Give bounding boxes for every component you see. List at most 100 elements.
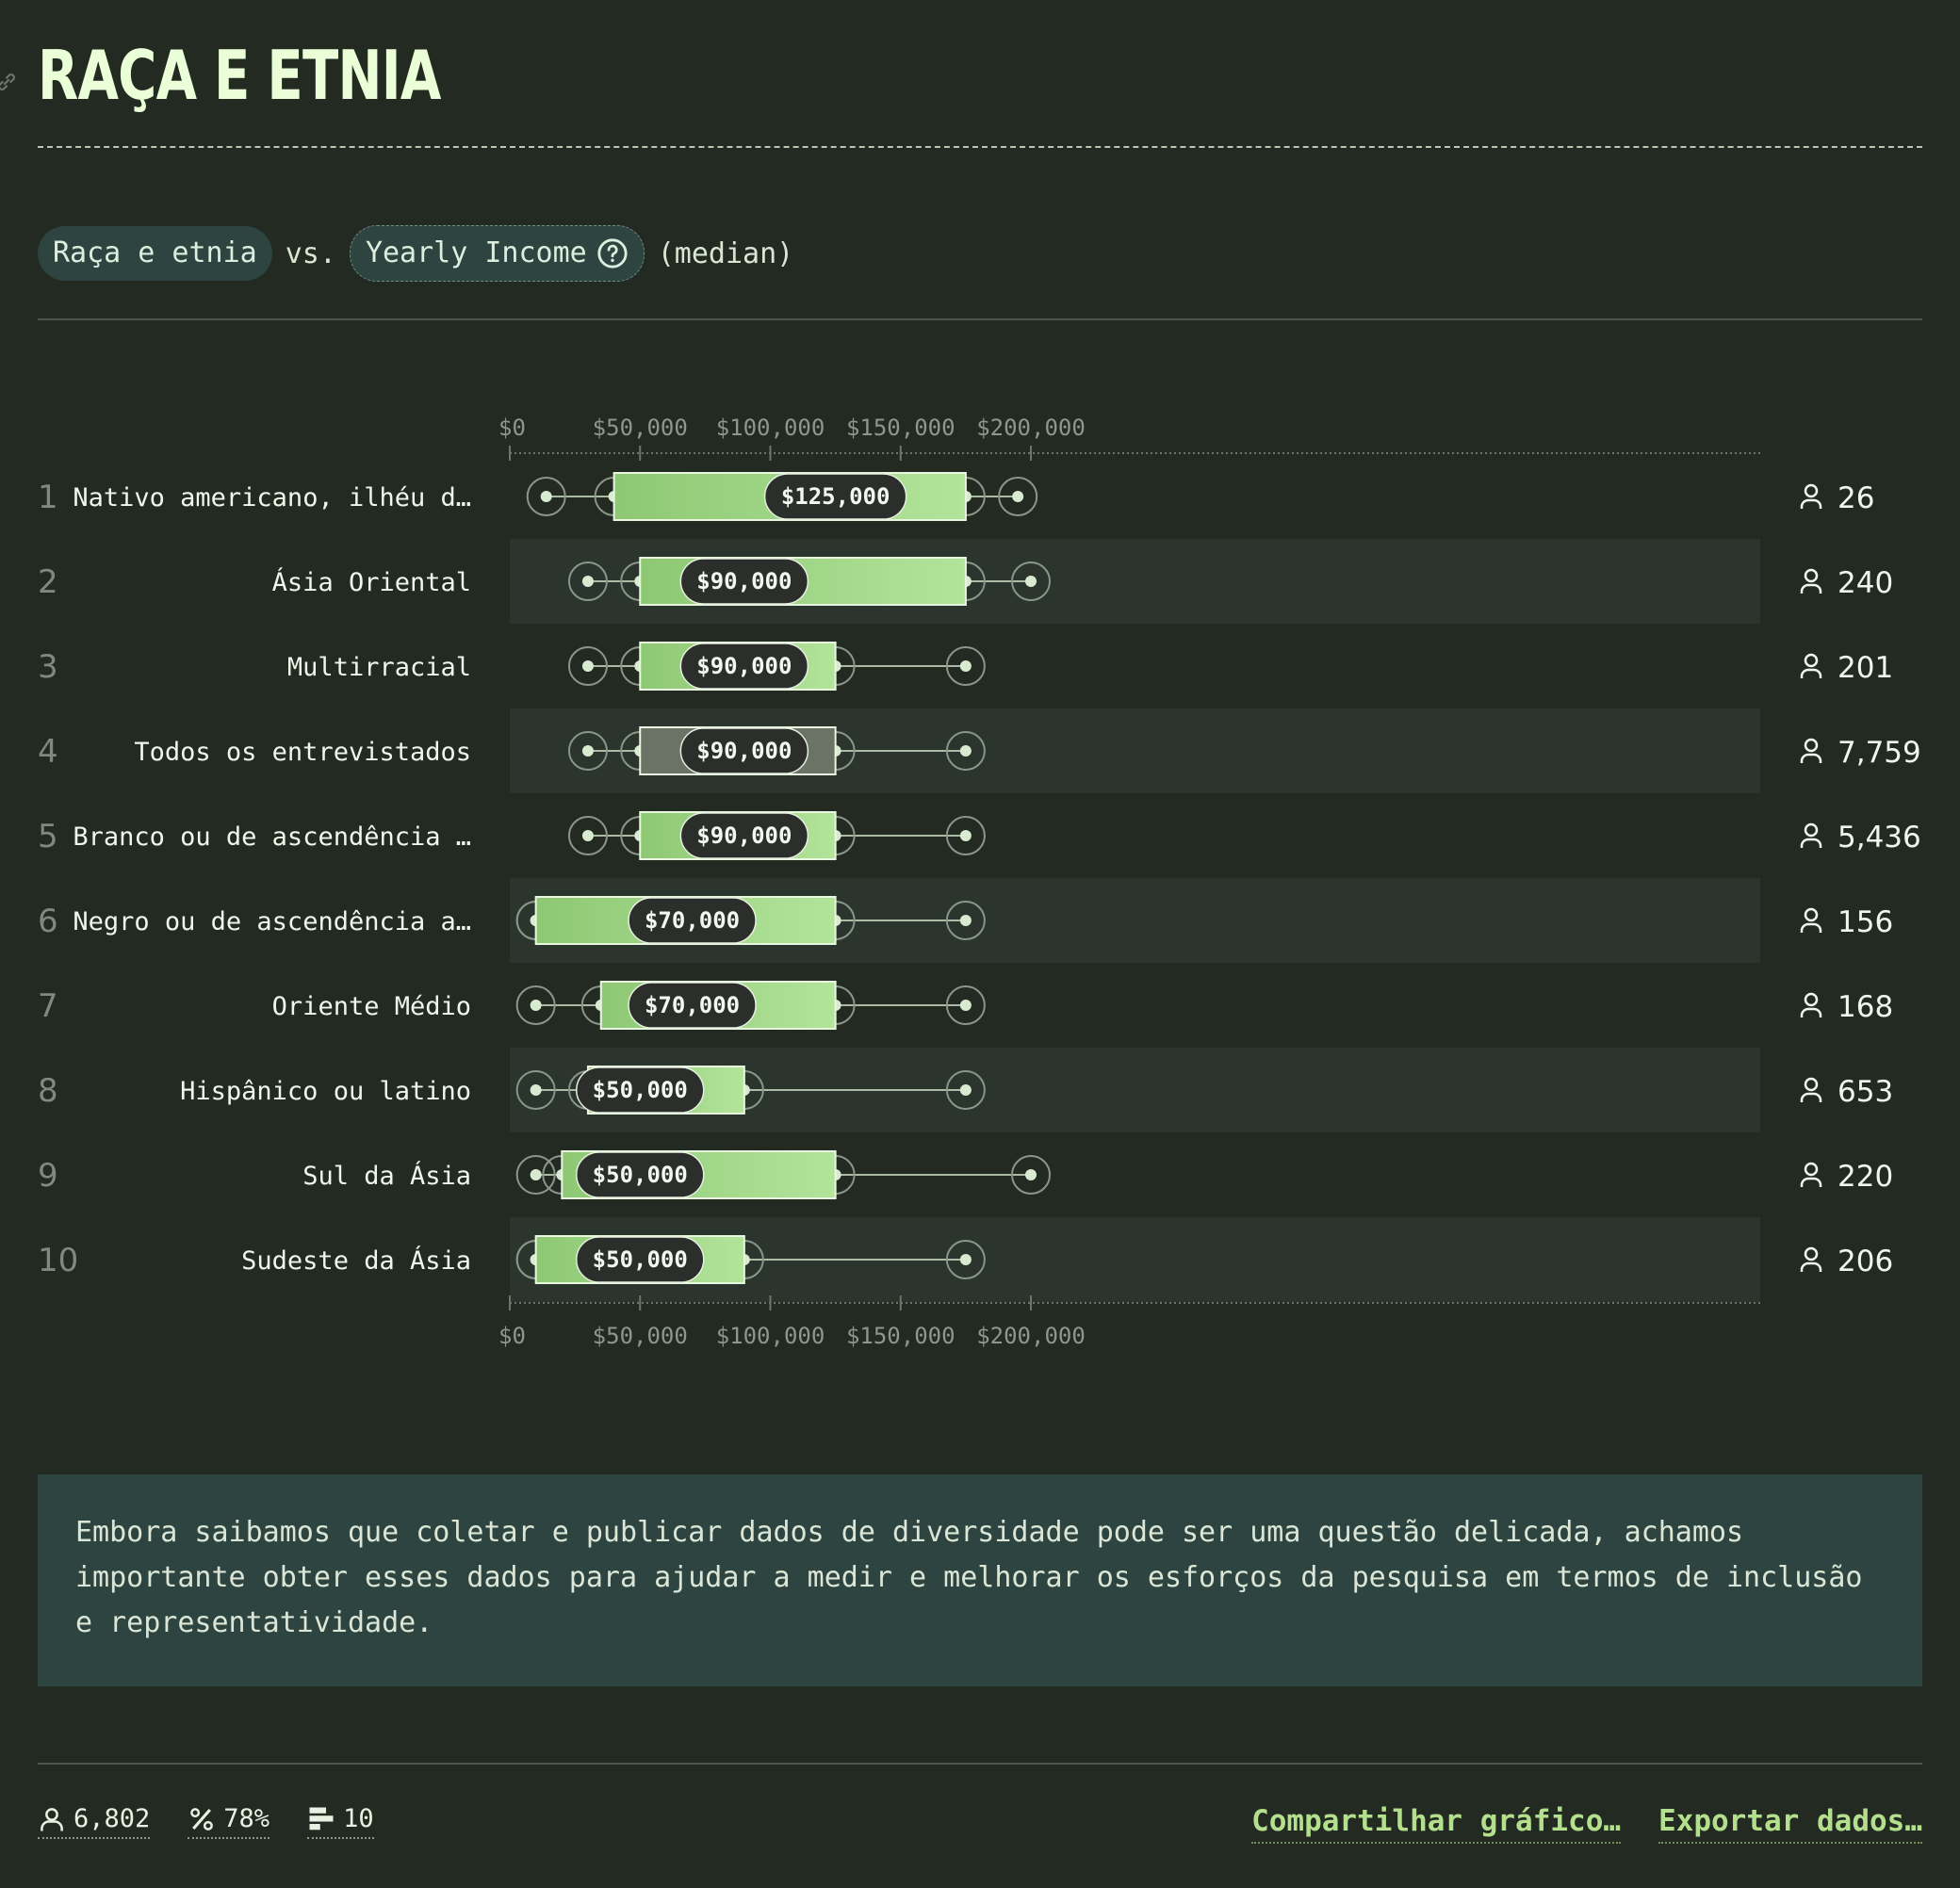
person-icon-body <box>1800 922 1822 933</box>
person-icon-body <box>1800 753 1822 763</box>
p10-marker <box>530 1000 542 1011</box>
percent-value: 78% <box>223 1804 270 1833</box>
p10-marker <box>581 745 594 757</box>
boxplot-row: 3 Multirracial $90,000 201 <box>38 642 1893 691</box>
median-label: $50,000 <box>593 1162 688 1188</box>
person-icon <box>1800 1246 1822 1272</box>
footer-stats: 6,802 78% 10 <box>38 1804 374 1839</box>
person-icon-body <box>1800 838 1822 848</box>
footer-actions: Compartilhar gráfico… Exportar dados… <box>1251 1804 1922 1844</box>
title-divider <box>38 146 1922 148</box>
person-icon-head <box>1804 1246 1819 1261</box>
percent-icon <box>190 1807 214 1831</box>
person-icon-head <box>1804 483 1819 498</box>
median-label: $90,000 <box>696 653 792 679</box>
groups-stat[interactable]: 10 <box>307 1804 374 1839</box>
row-rank: 7 <box>38 987 58 1025</box>
person-icon-head <box>1804 653 1819 668</box>
respondents-stat[interactable]: 6,802 <box>38 1804 151 1839</box>
page-title: RAÇA E ETNIA <box>38 36 441 115</box>
x-tick-label: $50,000 <box>593 415 688 441</box>
p90-marker <box>959 830 972 841</box>
x-tick-label: $200,000 <box>976 1323 1086 1349</box>
help-icon[interactable] <box>596 237 629 269</box>
category-label: Todos os entrevistados <box>134 738 471 767</box>
category-label: Negro ou de ascendência a… <box>73 907 471 936</box>
person-icon <box>1800 568 1822 594</box>
category-label: Nativo americano, ilhéu d… <box>73 483 471 513</box>
person-icon <box>1800 907 1822 933</box>
p90-marker <box>1025 1169 1037 1180</box>
boxplot-row: 5 Branco ou de ascendência … $90,000 5,436 <box>38 811 1921 860</box>
row-rank: 9 <box>38 1157 58 1195</box>
share-chart-button[interactable]: Compartilhar gráfico… <box>1251 1804 1622 1844</box>
x-tick-label: $50,000 <box>593 1323 688 1349</box>
variable-selector[interactable]: Yearly Income <box>349 225 645 282</box>
p10-marker <box>530 1169 542 1180</box>
category-label: Branco ou de ascendência … <box>73 822 471 852</box>
respondent-count: 653 <box>1838 1075 1893 1109</box>
row-rank: 3 <box>38 648 58 686</box>
p90-marker <box>959 1254 972 1265</box>
median-label: $70,000 <box>645 907 740 934</box>
boxplot-row: 9 Sul da Ásia $50,000 220 <box>38 1150 1893 1199</box>
x-tick-label: $200,000 <box>976 415 1086 441</box>
x-tick-label: $100,000 <box>716 1323 825 1349</box>
link-icon[interactable] <box>0 70 19 94</box>
row-rank: 5 <box>38 818 58 855</box>
category-label: Sudeste da Ásia <box>241 1245 471 1276</box>
person-icon-body <box>1800 498 1822 509</box>
person-icon-head <box>1804 1162 1819 1177</box>
category-label: Multirracial <box>287 653 471 682</box>
p90-marker <box>959 1084 972 1096</box>
respondent-count: 5,436 <box>1838 821 1921 854</box>
person-icon-head <box>1804 1077 1819 1092</box>
median-label: $125,000 <box>781 483 890 510</box>
respondent-count: 220 <box>1838 1160 1893 1194</box>
person-icon-body <box>1800 668 1822 678</box>
median-label: $70,000 <box>645 992 740 1018</box>
median-label: $50,000 <box>593 1246 688 1273</box>
row-rank: 6 <box>38 903 58 940</box>
statistic-label: (median) <box>657 236 794 270</box>
p90-marker <box>959 745 972 757</box>
person-icon <box>1800 483 1822 509</box>
respondent-count: 206 <box>1838 1245 1893 1278</box>
boxplot-chart: $0 $50,000 $100,000 $150,000 $200,000 $0 $50,0… <box>38 415 1921 1349</box>
person-icon-head <box>1804 992 1819 1007</box>
export-data-button[interactable]: Exportar dados… <box>1658 1804 1922 1844</box>
row-rank: 8 <box>38 1072 58 1110</box>
median-label: $90,000 <box>696 822 792 849</box>
respondent-count: 156 <box>1838 905 1893 939</box>
percent-stat[interactable]: 78% <box>188 1804 270 1839</box>
median-label: $90,000 <box>696 738 792 764</box>
bar-chart-icon <box>309 1807 334 1830</box>
row-rank: 4 <box>38 733 58 771</box>
p90-marker <box>959 1000 972 1011</box>
group-selector[interactable]: Raça e etnia <box>38 226 272 281</box>
respondent-count: 168 <box>1838 990 1893 1024</box>
boxplot-row: 7 Oriente Médio $70,000 168 <box>38 981 1893 1030</box>
person-icon <box>1800 992 1822 1017</box>
p10-marker <box>530 1084 542 1096</box>
footer-divider <box>38 1763 1922 1765</box>
row-rank: 1 <box>38 479 58 516</box>
x-tick-label: $150,000 <box>846 415 956 441</box>
person-icon-body <box>1800 1092 1822 1102</box>
category-label: Ásia Oriental <box>272 567 471 597</box>
median-label: $50,000 <box>593 1077 688 1103</box>
person-icon-head <box>1804 738 1819 753</box>
respondents-count: 6,802 <box>74 1804 151 1833</box>
p10-marker <box>540 491 552 502</box>
p10-marker <box>581 660 594 672</box>
person-icon <box>41 1807 63 1831</box>
respondent-count: 7,759 <box>1838 736 1921 770</box>
chart-controls: Raça e etnia vs. Yearly Income (median) <box>38 225 794 282</box>
person-icon-body <box>1800 583 1822 594</box>
person-icon-head <box>1804 568 1819 583</box>
respondent-count: 240 <box>1838 566 1893 600</box>
person-icon <box>1800 1077 1822 1102</box>
x-tick-label: $0 <box>498 1323 526 1349</box>
controls-divider <box>38 318 1922 320</box>
person-icon-body <box>1800 1261 1822 1272</box>
